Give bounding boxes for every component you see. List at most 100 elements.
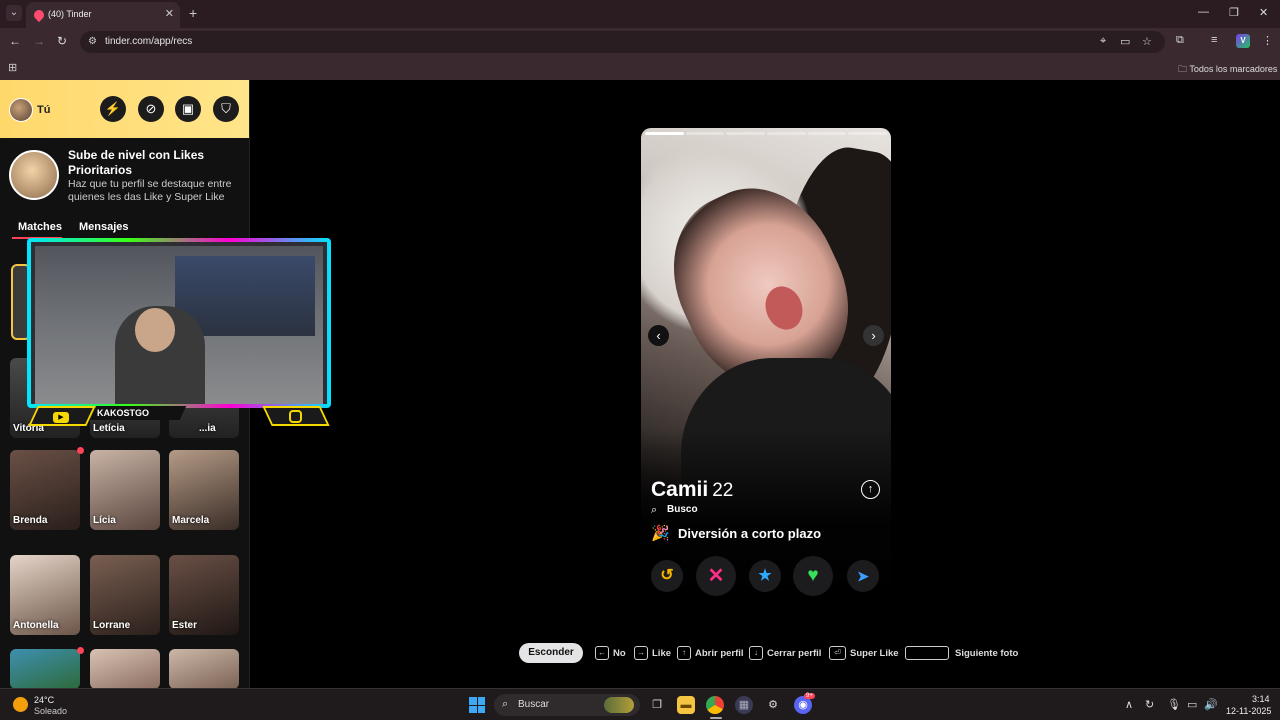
- match-card[interactable]: Lorrane: [90, 555, 160, 635]
- previous-photo-button[interactable]: ‹: [648, 325, 669, 346]
- profile-age: 22: [712, 480, 734, 501]
- chrome-icon[interactable]: [706, 696, 724, 714]
- photo-indicator[interactable]: [685, 132, 725, 135]
- stream-webcam-overlay: ▶ KAKOSTGO: [27, 238, 331, 430]
- forward-icon[interactable]: →: [33, 34, 45, 48]
- match-name: Marcela: [172, 515, 210, 526]
- boost-icon[interactable]: ⚡: [100, 96, 126, 122]
- search-icon: ⌕: [502, 698, 509, 710]
- left-arrow-key-icon: ←: [595, 646, 609, 660]
- priority-likes-promo[interactable]: Sube de nivel con Likes Prioritarios Haz…: [0, 138, 249, 210]
- window-close-icon[interactable]: ✕: [1259, 6, 1268, 19]
- bookmark-star-icon[interactable]: ☆: [1142, 35, 1152, 48]
- apps-grid-icon[interactable]: ⊞: [8, 61, 17, 74]
- sidebar-tabs: Matches Mensajes: [0, 218, 249, 239]
- match-name: Ester: [172, 620, 198, 631]
- profile-card[interactable]: ‹ › Camii 22 ↑ ⌕ Busco 🎉 Diversión a cort…: [641, 128, 891, 600]
- browser-tab-active[interactable]: (40) Tinder ✕: [26, 2, 180, 28]
- instagram-icon: [289, 410, 302, 423]
- active-app-indicator: [710, 717, 722, 719]
- match-card[interactable]: Ester: [169, 555, 239, 635]
- stream-social-bar: ▶ KAKOSTGO: [27, 404, 331, 428]
- hide-hints-button[interactable]: Esconder: [519, 643, 583, 663]
- tab-matches[interactable]: Matches: [18, 221, 62, 233]
- profile-avatar-icon[interactable]: V: [1236, 34, 1250, 48]
- webcam-streamer-head: [135, 308, 175, 352]
- address-toolbar: ← → ↻ ⚙ tinder.com/app/recs ⌖ ▭ ☆ ⧉ ≡ V …: [0, 28, 1280, 56]
- youtube-icon: ▶: [53, 412, 69, 423]
- task-view-icon[interactable]: ❐: [648, 696, 666, 714]
- cast-icon[interactable]: ▭: [1120, 35, 1130, 48]
- match-card[interactable]: Brenda: [10, 450, 80, 530]
- match-name: Brenda: [13, 515, 48, 526]
- clock-date[interactable]: 12-11-2025: [1226, 706, 1271, 716]
- location-icon[interactable]: ⌖: [1100, 35, 1106, 48]
- boost-send-button[interactable]: ➤: [847, 560, 879, 592]
- start-button[interactable]: [469, 697, 485, 713]
- briefcase-icon[interactable]: ▣: [175, 96, 201, 122]
- photo-indicator[interactable]: [645, 132, 684, 135]
- media-control-icon[interactable]: ≡: [1211, 34, 1217, 46]
- like-button[interactable]: ♥: [793, 556, 833, 596]
- my-profile-avatar[interactable]: [9, 98, 33, 122]
- minimize-icon[interactable]: —: [1198, 6, 1209, 18]
- new-match-dot: [77, 647, 84, 654]
- down-arrow-key-icon: ↓: [749, 646, 763, 660]
- tab-messages[interactable]: Mensajes: [79, 221, 129, 233]
- search-icon: ⌕: [651, 504, 658, 516]
- browser-menu-icon[interactable]: ⋮: [1262, 34, 1273, 47]
- photo-indicator[interactable]: [767, 132, 806, 135]
- next-photo-button[interactable]: ›: [863, 325, 884, 346]
- address-bar[interactable]: ⚙ tinder.com/app/recs ⌖ ▭ ☆: [80, 31, 1165, 53]
- tray-overflow-icon[interactable]: ∧: [1125, 698, 1133, 711]
- nope-button[interactable]: ✕: [696, 556, 736, 596]
- intent-label: Diversión a corto plazo: [678, 526, 822, 541]
- rewind-button[interactable]: ↺: [651, 560, 683, 592]
- restore-icon[interactable]: ❐: [1229, 6, 1239, 19]
- sync-icon[interactable]: ↻: [1145, 698, 1154, 711]
- app-icon[interactable]: ▦: [735, 696, 753, 714]
- webcam-frame: [27, 238, 331, 408]
- tab-title: (40) Tinder: [48, 9, 92, 19]
- shield-icon[interactable]: ⛉: [213, 96, 239, 122]
- explore-icon[interactable]: ⊘: [138, 96, 164, 122]
- extensions-icon[interactable]: ⧉: [1176, 34, 1184, 47]
- photo-indicator[interactable]: [807, 132, 847, 135]
- new-tab-button[interactable]: +: [189, 5, 197, 21]
- tab-close-icon[interactable]: ✕: [165, 7, 174, 20]
- weather-condition[interactable]: Soleado: [34, 706, 67, 716]
- match-card[interactable]: [10, 649, 80, 688]
- photo-indicators: [645, 132, 888, 135]
- weather-temperature[interactable]: 24°C: [34, 695, 54, 705]
- clock-time[interactable]: 3:14: [1252, 694, 1270, 704]
- reload-icon[interactable]: ↻: [57, 34, 67, 48]
- taskbar-search[interactable]: ⌕ Buscar: [494, 694, 640, 716]
- photo-indicator[interactable]: [848, 132, 888, 135]
- network-icon[interactable]: ▭: [1187, 698, 1197, 711]
- my-profile-label[interactable]: Tú: [37, 104, 50, 116]
- file-explorer-icon[interactable]: ▬: [677, 696, 695, 714]
- match-card[interactable]: Marcela: [169, 450, 239, 530]
- space-key-icon: [905, 646, 949, 660]
- microphone-icon[interactable]: 🎙: [1167, 698, 1181, 711]
- enter-key-icon: ⏎: [829, 646, 846, 660]
- match-card[interactable]: [90, 649, 160, 688]
- tab-search-button[interactable]: ⌄: [6, 5, 22, 21]
- volume-icon[interactable]: 🔊: [1204, 698, 1218, 711]
- hint-next-photo: Siguiente foto: [955, 648, 1019, 659]
- promo-avatar: [9, 150, 59, 200]
- super-like-button[interactable]: ★: [749, 560, 781, 592]
- hint-no: No: [613, 648, 626, 659]
- steam-icon[interactable]: ⚙: [764, 696, 782, 714]
- back-icon[interactable]: ←: [9, 34, 21, 48]
- sun-icon[interactable]: [13, 697, 28, 712]
- match-card[interactable]: [169, 649, 239, 688]
- match-card[interactable]: Lícia: [90, 450, 160, 530]
- site-info-icon[interactable]: ⚙: [88, 36, 100, 48]
- all-bookmarks-label: Todos los marcadores: [1189, 64, 1278, 74]
- photo-indicator[interactable]: [726, 132, 766, 135]
- all-bookmarks-button[interactable]: 🗀 Todos los marcadores: [1178, 62, 1277, 78]
- match-card[interactable]: Antonella: [10, 555, 80, 635]
- hint-like: Like: [652, 648, 672, 659]
- open-profile-info-icon[interactable]: ↑: [861, 480, 880, 499]
